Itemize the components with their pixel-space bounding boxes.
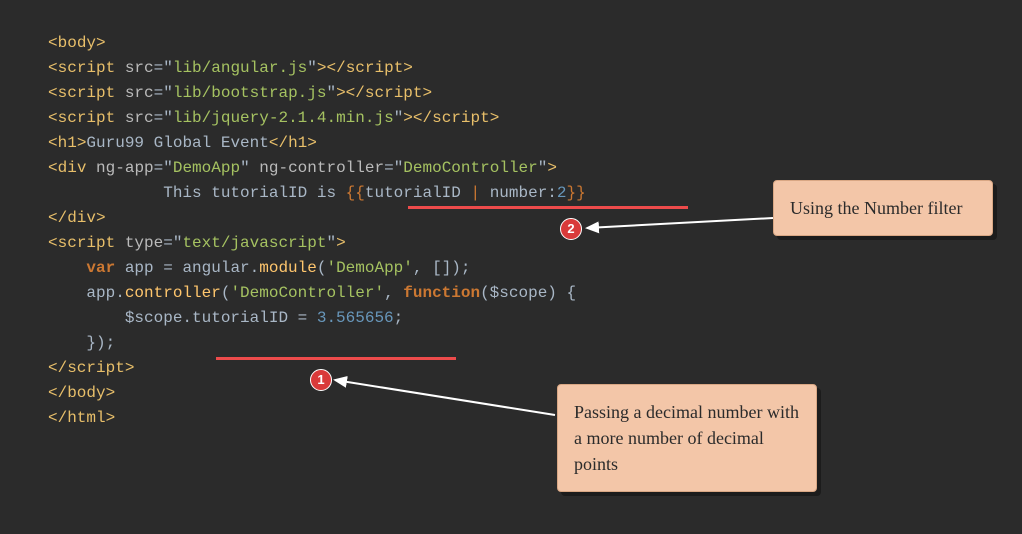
code-line: }); <box>48 334 115 352</box>
code-line: </div> <box>48 209 106 227</box>
code-line: </body> <box>48 384 115 402</box>
badge-1: 1 <box>310 369 332 391</box>
code-line: <h1> <box>48 134 86 152</box>
code-line: $scope.tutorialID = 3.565656; <box>48 309 403 327</box>
callout-decimal-number: Passing a decimal number with a more num… <box>557 384 817 492</box>
highlight-underline-1 <box>216 357 456 360</box>
callout-number-filter: Using the Number filter <box>773 180 993 236</box>
code-line: <script <box>48 84 115 102</box>
code-line: <script <box>48 234 115 252</box>
code-line: var app = angular.module('DemoApp', []); <box>48 259 471 277</box>
code-line: app.controller('DemoController', functio… <box>48 284 576 302</box>
code-line: <body> <box>48 34 106 52</box>
highlight-underline-2 <box>408 206 688 209</box>
badge-2: 2 <box>560 218 582 240</box>
code-line: <script <box>48 59 115 77</box>
code-line: </html> <box>48 409 115 427</box>
code-line: This tutorialID is {{tutorialID | number… <box>48 184 586 202</box>
code-line: <div <box>48 159 86 177</box>
code-line: </script> <box>48 359 134 377</box>
code-line: <script <box>48 109 115 127</box>
